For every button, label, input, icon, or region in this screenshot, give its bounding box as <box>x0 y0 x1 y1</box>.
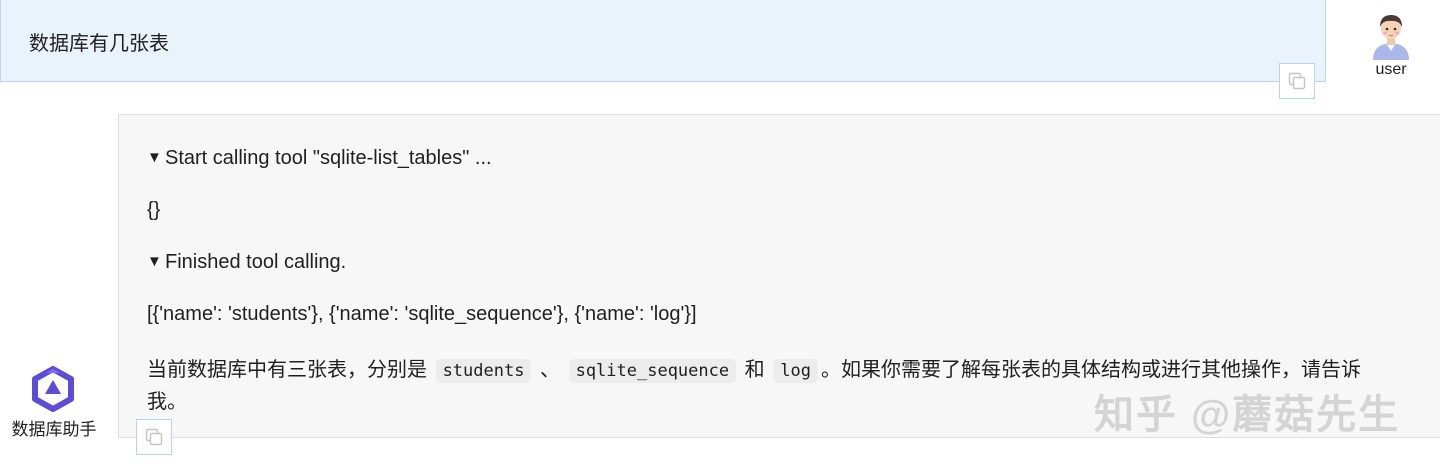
answer-separator: 和 <box>744 359 765 381</box>
copy-assistant-message-button[interactable] <box>136 419 172 455</box>
answer-text: 当前数据库中有三张表，分别是 <box>147 359 427 381</box>
qwen-logo-icon <box>32 366 74 412</box>
user-name-label: user <box>1375 61 1407 78</box>
inline-code-sqlite-sequence: sqlite_sequence <box>568 359 737 383</box>
tool-call-start-line[interactable]: ▼ Start calling tool "sqlite-list_tables"… <box>147 147 492 170</box>
tool-call-result: [{'name': 'students'}, {'name': 'sqlite_… <box>147 303 697 325</box>
assistant-name-label: 数据库助手 <box>11 420 97 439</box>
collapse-triangle-icon[interactable]: ▼ <box>147 253 165 270</box>
answer-text: 。如果你需要了解每张表的具体结构或进行其他操作，请告诉 <box>820 359 1361 381</box>
tool-call-start-text: Start calling tool "sqlite-list_tables" … <box>165 147 492 169</box>
copy-icon <box>1288 72 1306 90</box>
assistant-answer-line-2: 我。 <box>147 391 187 413</box>
copy-icon <box>145 428 163 446</box>
answer-separator: 、 <box>540 359 561 381</box>
inline-code-students: students <box>435 359 532 383</box>
assistant-answer-line-1: 当前数据库中有三张表，分别是 students 、 sqlite_sequenc… <box>147 353 1361 383</box>
user-message-bubble: 数据库有几张表 <box>0 0 1326 82</box>
tool-call-end-text: Finished tool calling. <box>165 251 347 273</box>
copy-user-message-button[interactable] <box>1279 63 1315 99</box>
tool-call-end-line[interactable]: ▼ Finished tool calling. <box>147 251 346 274</box>
user-message-text: 数据库有几张表 <box>29 33 169 55</box>
inline-code-log: log <box>773 359 818 383</box>
tool-call-args: {} <box>147 199 161 221</box>
watermark: 知乎 @蘑菇先生 <box>1094 393 1401 437</box>
collapse-triangle-icon[interactable]: ▼ <box>147 149 165 166</box>
user-avatar-icon <box>1373 15 1409 60</box>
